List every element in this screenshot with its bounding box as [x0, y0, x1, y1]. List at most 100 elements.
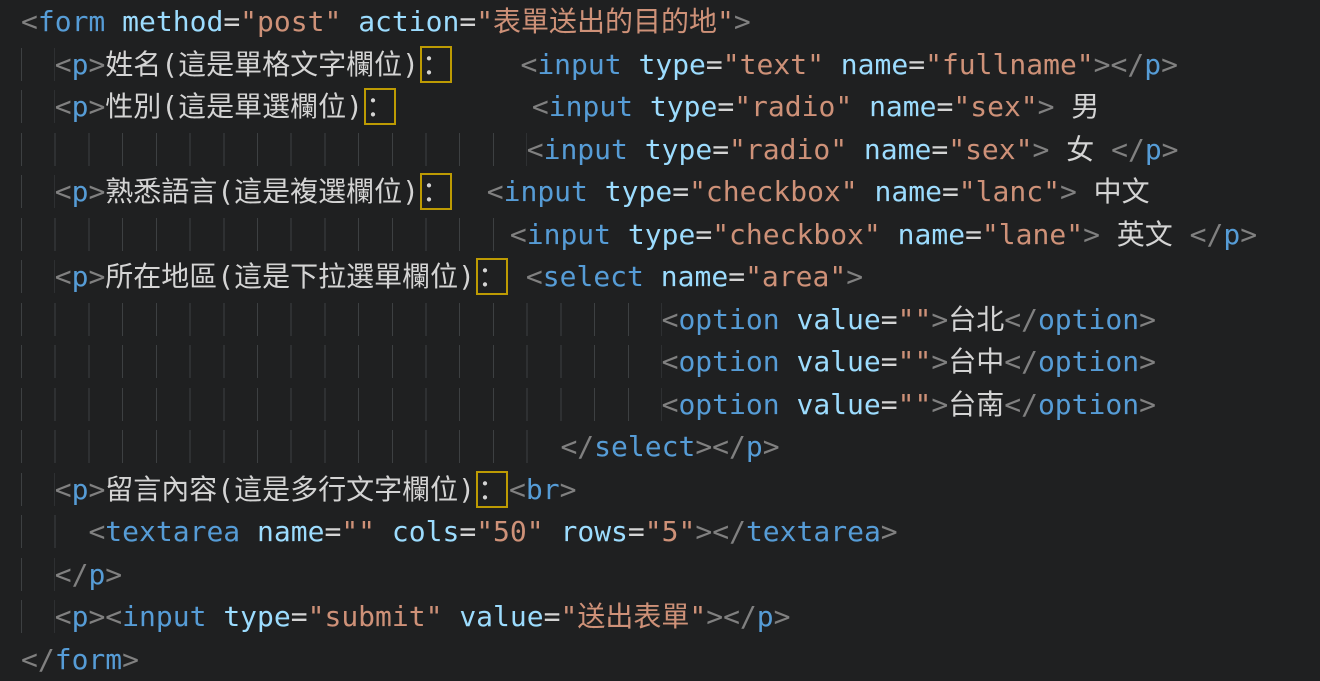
text-token	[442, 600, 459, 633]
indent-whitespace	[21, 600, 55, 633]
text-token: =	[717, 90, 734, 123]
text-token: 台北	[948, 303, 1004, 336]
code-line-8[interactable]: <option value="">台北</option>	[21, 299, 1320, 342]
string-token: "lane"	[982, 218, 1083, 251]
code-line-11[interactable]: </select></p>	[21, 426, 1320, 469]
indent-whitespace	[21, 48, 55, 81]
punctuation-token: >	[706, 600, 723, 633]
tag-name-token: p	[72, 600, 89, 633]
punctuation-token: >	[88, 48, 105, 81]
indent-whitespace	[21, 133, 527, 166]
text-token	[780, 388, 797, 421]
code-line-9[interactable]: <option value="">台中</option>	[21, 341, 1320, 384]
string-token: "5"	[645, 515, 696, 548]
text-token	[622, 48, 639, 81]
punctuation-token: >	[88, 473, 105, 506]
code-line-15[interactable]: <p><input type="submit" value="送出表單"></p…	[21, 596, 1320, 639]
attribute-name-token: name	[661, 260, 728, 293]
punctuation-token: <	[88, 515, 105, 548]
text-token: =	[695, 218, 712, 251]
punctuation-token: >	[88, 90, 105, 123]
attribute-name-token: type	[645, 133, 712, 166]
punctuation-token: <	[520, 48, 537, 81]
code-line-3[interactable]: <p>性別(這是單選欄位)： <input type="radio" name=…	[21, 86, 1320, 129]
code-line-13[interactable]: <textarea name="" cols="50" rows="5"></t…	[21, 511, 1320, 554]
punctuation-token: >	[1139, 345, 1156, 378]
indent-whitespace	[21, 90, 55, 123]
punctuation-token: <	[510, 218, 527, 251]
tag-name-token: input	[122, 600, 206, 633]
text-token: 性別(這是單選欄位)	[105, 90, 363, 123]
text-token	[858, 175, 875, 208]
tag-name-token: textarea	[746, 515, 881, 548]
text-token: 台中	[948, 345, 1004, 378]
string-token: "text"	[723, 48, 824, 81]
text-token	[453, 48, 520, 81]
text-token: 女	[1049, 133, 1111, 166]
code-line-12[interactable]: <p>留言內容(這是多行文字欄位)：<br>	[21, 469, 1320, 512]
punctuation-token: <	[21, 5, 38, 38]
text-token: 留言內容(這是多行文字欄位)	[105, 473, 475, 506]
text-token	[628, 133, 645, 166]
punctuation-token: </	[1111, 48, 1145, 81]
punctuation-token: >	[105, 558, 122, 591]
attribute-name-token: type	[605, 175, 672, 208]
unicode-highlight-colon: ：	[420, 173, 452, 210]
indent-whitespace	[21, 430, 560, 463]
punctuation-token: >	[88, 260, 105, 293]
attribute-name-token: type	[650, 90, 717, 123]
punctuation-token: >	[931, 303, 948, 336]
code-line-5[interactable]: <p>熟悉語言(這是複選欄位)： <input type="checkbox" …	[21, 171, 1320, 214]
punctuation-token: <	[55, 600, 72, 633]
attribute-name-token: type	[628, 218, 695, 251]
text-token: =	[459, 515, 476, 548]
text-token: =	[544, 600, 561, 633]
punctuation-token: <	[527, 133, 544, 166]
code-line-1[interactable]: <form method="post" action="表單送出的目的地">	[21, 1, 1320, 44]
code-line-6[interactable]: <input type="checkbox" name="lane"> 英文 <…	[21, 214, 1320, 257]
text-token: 中文	[1077, 175, 1150, 208]
code-line-10[interactable]: <option value="">台南</option>	[21, 384, 1320, 427]
tag-name-token: option	[678, 345, 779, 378]
text-token	[780, 303, 797, 336]
punctuation-token: <	[55, 48, 72, 81]
string-token: "sex"	[948, 133, 1032, 166]
tag-name-token: input	[549, 90, 633, 123]
code-line-16[interactable]: </form>	[21, 639, 1320, 681]
punctuation-token: >	[1162, 133, 1179, 166]
code-line-2[interactable]: <p>姓名(這是單格文字欄位)： <input type="text" name…	[21, 44, 1320, 87]
indent-whitespace	[21, 175, 55, 208]
string-token: "fullname"	[925, 48, 1094, 81]
indent-whitespace	[21, 473, 55, 506]
punctuation-token: >	[1240, 218, 1257, 251]
code-line-7[interactable]: <p>所在地區(這是下拉選單欄位)： <select name="area">	[21, 256, 1320, 299]
attribute-name-token: method	[122, 5, 223, 38]
string-token: "lanc"	[959, 175, 1060, 208]
text-token: 男	[1055, 90, 1100, 123]
indent-whitespace	[21, 558, 55, 591]
punctuation-token: >	[88, 175, 105, 208]
attribute-name-token: name	[257, 515, 324, 548]
text-token	[824, 48, 841, 81]
punctuation-token: >	[1033, 133, 1050, 166]
string-token: "送出表單"	[560, 600, 706, 633]
text-token	[847, 133, 864, 166]
code-line-14[interactable]: </p>	[21, 554, 1320, 597]
string-token: "checkbox"	[712, 218, 881, 251]
attribute-name-token: type	[223, 600, 290, 633]
tag-name-token: p	[746, 430, 763, 463]
text-token: =	[628, 515, 645, 548]
string-token: "radio"	[729, 133, 847, 166]
punctuation-token: </	[1004, 303, 1038, 336]
attribute-name-token: name	[864, 133, 931, 166]
code-line-4[interactable]: <input type="radio" name="sex"> 女 </p>	[21, 129, 1320, 172]
punctuation-token: >	[881, 515, 898, 548]
punctuation-token: >	[763, 430, 780, 463]
attribute-name-token: value	[796, 388, 880, 421]
code-editor[interactable]: <form method="post" action="表單送出的目的地"> <…	[0, 0, 1320, 681]
text-token	[453, 175, 487, 208]
text-token	[544, 515, 561, 548]
text-token: 英文	[1100, 218, 1190, 251]
string-token: ""	[898, 388, 932, 421]
tag-name-token: p	[757, 600, 774, 633]
